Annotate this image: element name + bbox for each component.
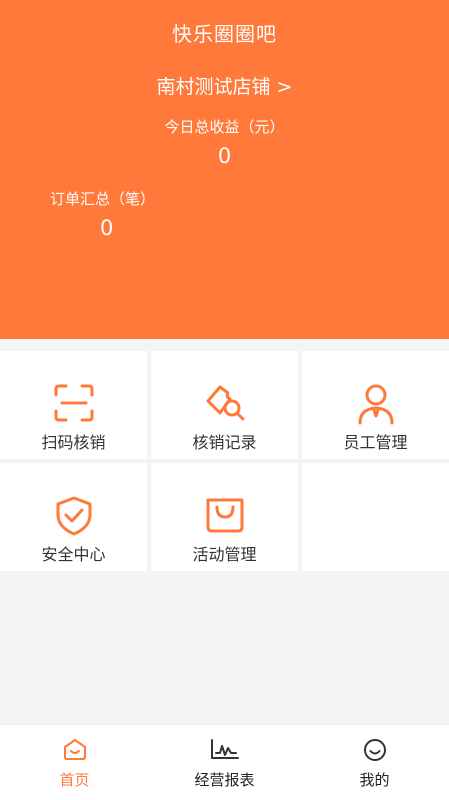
tile-verify-records[interactable]: 核销记录 (151, 351, 298, 459)
tile-staff-management[interactable]: 员工管理 (302, 351, 449, 459)
today-income-value: 0 (217, 144, 232, 168)
chevron-right-icon: > (276, 76, 293, 98)
header-panel: 快乐圈圈吧 南村测试店铺 > 今日总收益（元） 0 订单汇总（笔） 0 (0, 0, 449, 339)
tile-security-center[interactable]: 安全中心 (0, 463, 147, 571)
smile-icon (363, 739, 386, 761)
nav-label: 我的 (359, 771, 390, 789)
nav-label: 首页 (59, 771, 90, 789)
nav-business-report[interactable]: 经营报表 (150, 725, 299, 800)
bottom-navigation: 首页 经营报表 我的 (0, 724, 449, 800)
tile-empty (302, 463, 449, 571)
order-summary-value: 0 (100, 216, 114, 240)
tile-label: 员工管理 (343, 433, 408, 452)
staff-icon (358, 384, 393, 425)
nav-home[interactable]: 首页 (0, 725, 149, 800)
order-summary-label: 订单汇总（笔） (50, 190, 156, 208)
store-name: 南村测试店铺 (156, 76, 271, 98)
chart-icon (210, 739, 239, 759)
shopping-bag-icon (206, 498, 243, 533)
home-icon (63, 739, 86, 760)
shield-check-icon (56, 496, 91, 536)
store-selector[interactable]: 南村测试店铺 > (0, 72, 449, 99)
app-title: 快乐圈圈吧 (172, 22, 277, 46)
scan-icon (54, 384, 93, 422)
tile-label: 安全中心 (41, 545, 106, 564)
ticket-search-icon (206, 385, 244, 421)
tile-label: 扫码核销 (41, 433, 106, 452)
today-income-label: 今日总收益（元） (164, 118, 285, 136)
tile-label: 活动管理 (192, 545, 257, 564)
tile-scan-verify[interactable]: 扫码核销 (0, 351, 147, 459)
nav-mine[interactable]: 我的 (300, 725, 449, 800)
tile-activity-management[interactable]: 活动管理 (151, 463, 298, 571)
nav-label: 经营报表 (194, 771, 255, 789)
tile-label: 核销记录 (192, 433, 257, 452)
